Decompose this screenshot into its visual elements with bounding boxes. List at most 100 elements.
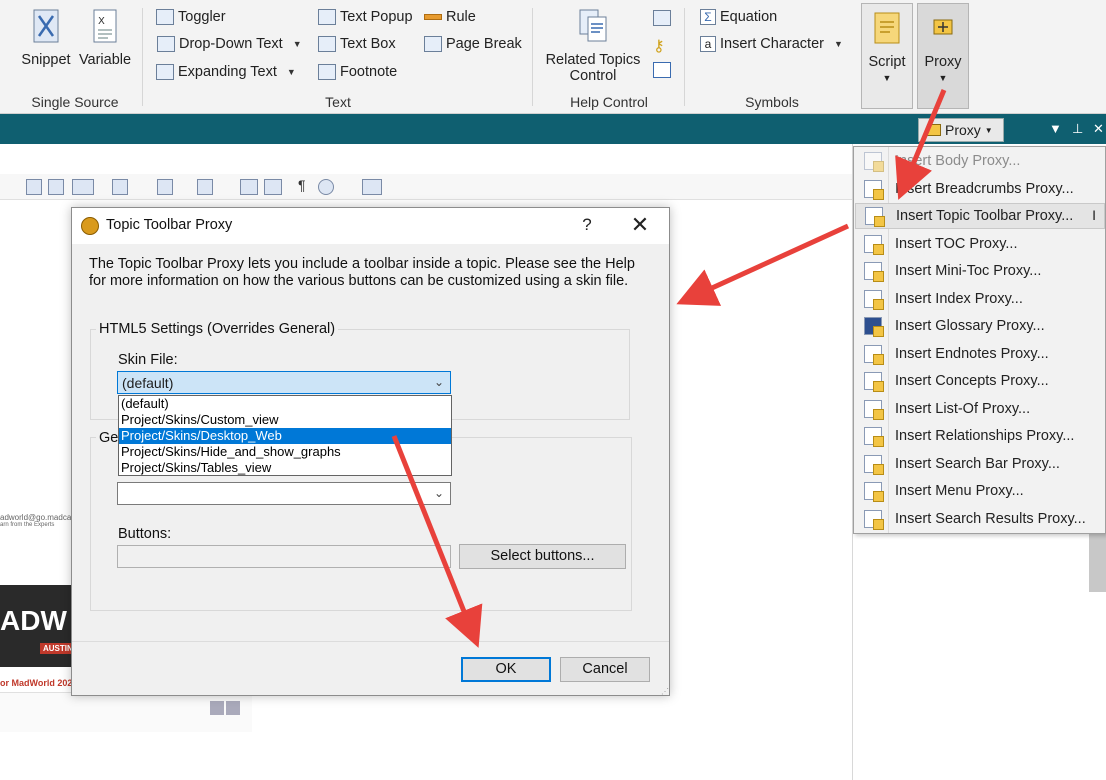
skin-option[interactable]: Project/Skins/Tables_view: [119, 460, 451, 476]
select-buttons-button[interactable]: Select buttons...: [459, 544, 626, 569]
preview-icon[interactable]: [318, 179, 334, 195]
scrollbar-thumb[interactable]: [1089, 530, 1106, 592]
glossary-proxy-icon: [864, 317, 884, 337]
toggler-icon: [156, 9, 174, 25]
text-popup-button[interactable]: Text Popup: [318, 9, 413, 25]
topic-toolbar-proxy-icon: [865, 207, 885, 227]
chevron-down-icon[interactable]: ▼: [834, 39, 843, 49]
related-topics-control-button[interactable]: Related Topics Control: [544, 8, 642, 84]
menu-item-topic-toolbar-proxy[interactable]: Insert Topic Toolbar Proxy... I: [855, 203, 1105, 229]
dropdown-arrow-icon[interactable]: ▼: [1049, 121, 1062, 136]
menu-item-mini-toc-proxy[interactable]: Insert Mini-Toc Proxy...: [855, 258, 1105, 284]
menu-item-search-bar-proxy[interactable]: Insert Search Bar Proxy...: [855, 451, 1105, 477]
preview-email: adworld@go.madcap: [0, 513, 76, 522]
toggler-button[interactable]: Toggler: [156, 9, 226, 25]
key-icon[interactable]: ⚷: [653, 36, 671, 55]
dropdown-text-icon: [157, 36, 175, 52]
help-control-small-icon[interactable]: [653, 10, 671, 26]
relationships-proxy-icon: [864, 427, 884, 447]
menu-item-concepts-proxy[interactable]: Insert Concepts Proxy...: [855, 368, 1105, 394]
general-skin-select[interactable]: ⌄: [117, 482, 451, 505]
help-icon[interactable]: ?: [577, 215, 597, 235]
avatar: [210, 701, 224, 715]
proxy-icon: [933, 19, 953, 35]
concepts-proxy-icon: [864, 372, 884, 392]
footnote-button[interactable]: Footnote: [318, 64, 397, 80]
menu-item-search-results-proxy[interactable]: Insert Search Results Proxy...: [855, 506, 1105, 532]
snippet-icon: [33, 9, 59, 43]
preview-heading: or MadWorld 2020: [0, 678, 78, 688]
dialog-description: The Topic Toolbar Proxy lets you include…: [89, 256, 635, 289]
skin-option[interactable]: Project/Skins/Custom_view: [119, 412, 451, 428]
menu-item-menu-proxy[interactable]: Insert Menu Proxy...: [855, 478, 1105, 504]
index-proxy-icon: [864, 290, 884, 310]
proxy-button[interactable]: Proxy ▼: [917, 3, 969, 109]
text-box-button[interactable]: Text Box: [318, 36, 396, 52]
chevron-down-icon: ▼: [938, 73, 948, 83]
search-results-proxy-icon: [864, 510, 884, 530]
skin-file-label: Skin File:: [118, 352, 178, 368]
expanding-text-button[interactable]: Expanding Text ▼: [156, 64, 296, 80]
proxy-dropdown-menu: Insert Body Proxy... Insert Breadcrumbs …: [853, 146, 1106, 534]
related-topics-icon: [579, 9, 607, 42]
insert-link-icon[interactable]: [48, 179, 64, 195]
ok-button[interactable]: OK: [461, 657, 551, 682]
menu-item-index-proxy[interactable]: Insert Index Proxy...: [855, 286, 1105, 312]
script-button[interactable]: Script ▼: [861, 3, 913, 109]
concept-icon[interactable]: [264, 179, 282, 195]
insert-variable-icon[interactable]: [157, 179, 173, 195]
skin-option[interactable]: (default): [119, 396, 451, 412]
index-icon[interactable]: [240, 179, 258, 195]
list-of-proxy-icon: [864, 400, 884, 420]
proxy-toolbar-button[interactable]: Proxy ▼: [918, 118, 1004, 142]
group-label-symbols: Symbols: [745, 94, 799, 110]
skin-file-dropdown-list: (default) Project/Skins/Custom_view Proj…: [118, 395, 452, 476]
snippet-button[interactable]: Snippet: [18, 8, 74, 68]
script-icon: [874, 12, 900, 44]
dialog-footer: OK Cancel: [72, 641, 669, 695]
menu-item-toc-proxy[interactable]: Insert TOC Proxy...: [855, 231, 1105, 257]
insert-proxy-icon[interactable]: [362, 179, 382, 195]
dropdown-text-button[interactable]: Drop-Down Text ▼: [157, 36, 302, 52]
variable-button[interactable]: X Variable: [78, 8, 132, 68]
chevron-down-icon[interactable]: ▼: [287, 67, 296, 77]
chevron-down-icon: ⌄: [433, 486, 444, 500]
menu-item-body-proxy[interactable]: Insert Body Proxy...: [855, 148, 1105, 174]
show-marks-icon[interactable]: ¶: [298, 177, 306, 193]
chevron-down-icon: ▼: [882, 73, 892, 83]
page-break-icon: [424, 36, 442, 52]
pin-icon[interactable]: ⊥: [1072, 121, 1083, 137]
avatar: [226, 701, 240, 715]
insert-character-button[interactable]: a Insert Character ▼: [700, 36, 843, 52]
skin-option[interactable]: Project/Skins/Hide_and_show_graphs: [119, 444, 451, 460]
footnote-icon: [318, 64, 336, 80]
skin-option-selected[interactable]: Project/Skins/Desktop_Web: [119, 428, 451, 444]
close-icon[interactable]: ✕: [627, 212, 653, 238]
menu-item-glossary-proxy[interactable]: Insert Glossary Proxy...: [855, 313, 1105, 339]
buttons-label: Buttons:: [118, 526, 172, 542]
search-bar-proxy-icon: [864, 455, 884, 475]
menu-item-breadcrumbs-proxy[interactable]: Insert Breadcrumbs Proxy...: [855, 176, 1105, 202]
resize-grip-icon[interactable]: ⋰: [661, 687, 669, 696]
skin-file-select[interactable]: (default) ⌄: [117, 371, 451, 394]
rule-button[interactable]: Rule: [424, 9, 476, 25]
insert-image-icon[interactable]: [26, 179, 42, 195]
group-label-text: Text: [325, 94, 351, 110]
insert-media-icon[interactable]: [72, 179, 94, 195]
menu-item-list-of-proxy[interactable]: Insert List-Of Proxy...: [855, 396, 1105, 422]
insert-character-icon[interactable]: [197, 179, 213, 195]
page-break-button[interactable]: Page Break: [424, 36, 522, 52]
menu-item-endnotes-proxy[interactable]: Insert Endnotes Proxy...: [855, 341, 1105, 367]
insert-snippet-icon[interactable]: [112, 179, 128, 195]
text-box-icon: [318, 36, 336, 52]
chevron-down-icon: ▼: [984, 125, 993, 135]
cancel-button[interactable]: Cancel: [560, 657, 650, 682]
menu-item-relationships-proxy[interactable]: Insert Relationships Proxy...: [855, 423, 1105, 449]
buttons-field[interactable]: [117, 545, 451, 568]
variable-icon: X: [93, 9, 117, 43]
equation-button[interactable]: Σ Equation: [700, 9, 777, 25]
link-icon[interactable]: [653, 62, 671, 78]
chevron-down-icon[interactable]: ▼: [293, 39, 302, 49]
group-label-single-source: Single Source: [31, 94, 119, 110]
close-icon[interactable]: ✕: [1093, 121, 1104, 137]
